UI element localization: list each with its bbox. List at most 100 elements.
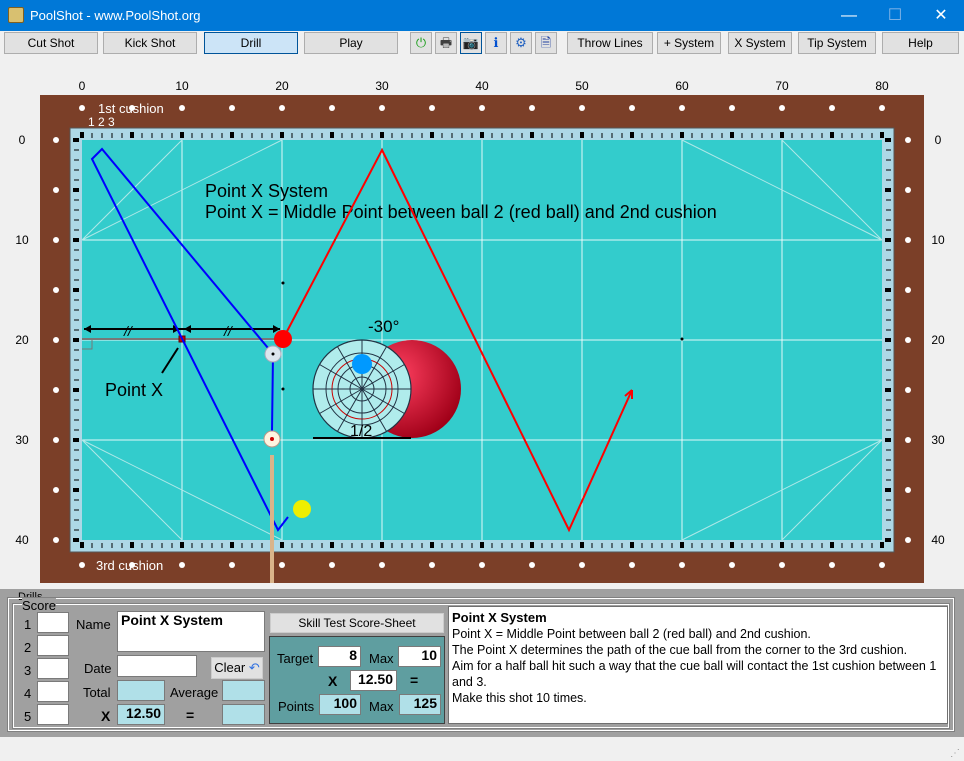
maximize-button[interactable]: ☐ [872, 0, 918, 31]
tick [74, 279, 79, 281]
target-field[interactable]: 8 [318, 646, 361, 667]
tick [74, 219, 79, 221]
red-ball[interactable] [274, 330, 292, 348]
score-row-number: 1 [24, 617, 32, 632]
x-tick-label: 20 [275, 79, 289, 93]
drill-button[interactable]: Drill [204, 32, 298, 54]
tick [341, 543, 343, 548]
diamond [53, 337, 59, 343]
close-button[interactable]: ✕ [918, 0, 964, 31]
name-field[interactable]: Point X System [117, 611, 265, 652]
tick [351, 133, 353, 138]
power-icon[interactable]: ⏻ [410, 32, 432, 54]
camera-icon[interactable]: 📷 [460, 32, 482, 54]
skill-test-score-sheet-button[interactable]: Skill Test Score-Sheet [270, 613, 444, 633]
diamond [179, 562, 185, 568]
tick [711, 133, 713, 138]
description-title: Point X System [452, 610, 547, 625]
tick [241, 543, 243, 548]
tick [361, 543, 363, 548]
minimize-button[interactable]: — [826, 0, 872, 31]
cue-stick[interactable] [270, 455, 274, 583]
tick [885, 138, 891, 142]
tick [830, 132, 834, 138]
tick [74, 409, 79, 411]
date-field[interactable] [117, 655, 197, 677]
tick [211, 543, 213, 548]
cut-shot-button[interactable]: Cut Shot [4, 32, 98, 54]
tick [73, 188, 79, 192]
points-label: Points [278, 699, 315, 714]
tick [471, 543, 473, 548]
tick [280, 542, 284, 548]
score-input-2[interactable] [37, 635, 69, 656]
tick [886, 369, 891, 371]
resize-grip-icon[interactable]: ⋰ [950, 748, 960, 759]
total-field [117, 680, 165, 701]
x-system-button[interactable]: X System [728, 32, 792, 54]
diamond [279, 105, 285, 111]
tick [580, 132, 584, 138]
diamond [479, 105, 485, 111]
info-icon[interactable]: ℹ [485, 32, 507, 54]
description-line: Make this shot 10 times. [452, 691, 587, 705]
clear-button[interactable]: Clear ↶ [211, 657, 263, 679]
tick [680, 132, 684, 138]
tick [591, 543, 593, 548]
tick [301, 543, 303, 548]
tick [441, 133, 443, 138]
gear-icon[interactable]: ⚙ [510, 32, 532, 54]
diamond [379, 105, 385, 111]
tick [530, 132, 534, 138]
help-document-icon[interactable]: 🗎 [535, 32, 557, 54]
tick [380, 132, 384, 138]
tick [330, 542, 334, 548]
clear-label: Clear [214, 660, 246, 675]
pool-table[interactable]: 0 10 20 30 40 50 60 70 80 0 0 10 10 20 20 30 30 40 40 1st … [0, 57, 964, 589]
marker-dot [281, 281, 285, 285]
tick [341, 133, 343, 138]
multiplier-field-2[interactable]: 12.50 [350, 670, 397, 691]
marker-dot [281, 387, 285, 391]
diamond [905, 337, 911, 343]
score-input-4[interactable] [37, 681, 69, 702]
tick [291, 133, 293, 138]
date-label: Date [84, 661, 112, 676]
y-tick-label: 20 [931, 333, 945, 347]
tick [291, 543, 293, 548]
x-tick-label: 40 [475, 79, 489, 93]
plus-system-button[interactable]: + System [657, 32, 721, 54]
tick [886, 259, 891, 261]
tick [361, 133, 363, 138]
diagram-title: Point X System [205, 181, 328, 201]
tick [641, 543, 643, 548]
tick [821, 543, 823, 548]
score-input-5[interactable] [37, 704, 69, 725]
print-icon[interactable]: 🖶 [435, 32, 457, 54]
tick [391, 133, 393, 138]
target-max-field[interactable]: 10 [398, 646, 441, 667]
equals-label: = [186, 707, 195, 723]
tick [580, 542, 584, 548]
score-input-1[interactable] [37, 612, 69, 633]
tick [73, 288, 79, 292]
kick-shot-button[interactable]: Kick Shot [103, 32, 197, 54]
tick [130, 132, 134, 138]
tick [530, 542, 534, 548]
tick [886, 519, 891, 521]
app-icon [8, 7, 24, 23]
tick [861, 543, 863, 548]
tick [761, 543, 763, 548]
tip-system-button[interactable]: Tip System [798, 32, 876, 54]
diamond [729, 562, 735, 568]
diamond [779, 105, 785, 111]
throw-lines-button[interactable]: Throw Lines [567, 32, 653, 54]
play-button[interactable]: Play [304, 32, 398, 54]
tick [886, 459, 891, 461]
score-input-3[interactable] [37, 658, 69, 679]
help-button[interactable]: Help [882, 32, 959, 54]
yellow-ball[interactable] [293, 500, 311, 518]
tick [74, 469, 79, 471]
points-max-field: 125 [399, 694, 441, 715]
tick [180, 542, 184, 548]
